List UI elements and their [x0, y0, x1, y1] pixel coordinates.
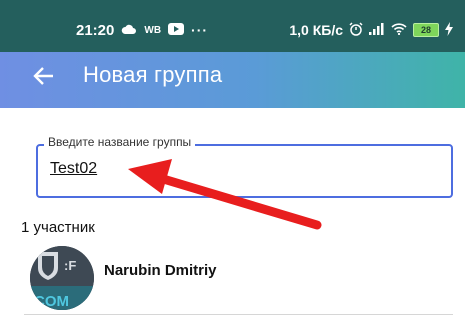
participants-count: 1 участник — [21, 219, 95, 236]
app-bar: Новая группа — [0, 52, 465, 108]
cloud-icon — [121, 22, 137, 39]
wifi-icon — [391, 22, 407, 38]
status-right: 1,0 КБ/с 28 — [289, 20, 453, 40]
network-speed: 1,0 КБ/с — [289, 22, 343, 38]
charging-icon — [445, 21, 453, 39]
avatar-text: COM — [34, 293, 69, 310]
more-notifications: ··· — [191, 22, 209, 38]
status-left: 21:20 WB ··· — [76, 20, 208, 40]
clock: 21:20 — [76, 21, 115, 39]
group-name-input[interactable]: Test02 — [50, 160, 97, 178]
page-title: Новая группа — [83, 62, 223, 87]
avatar: :F COM — [30, 246, 94, 310]
alarm-icon — [349, 21, 363, 39]
participant-name: Narubin Dmitriy — [104, 262, 217, 279]
status-bar: 21:20 WB ··· 1,0 КБ/с 28 — [0, 0, 465, 52]
battery-icon: 28 — [413, 23, 439, 37]
group-name-field-label: Введите название группы — [44, 135, 196, 149]
divider — [24, 314, 453, 315]
signal-icon — [369, 22, 385, 38]
back-arrow-icon[interactable] — [32, 64, 56, 88]
svg-text::F: :F — [64, 258, 76, 273]
youtube-icon — [168, 22, 185, 39]
carrier-label: WB — [144, 24, 162, 36]
group-name-field[interactable] — [36, 144, 453, 198]
